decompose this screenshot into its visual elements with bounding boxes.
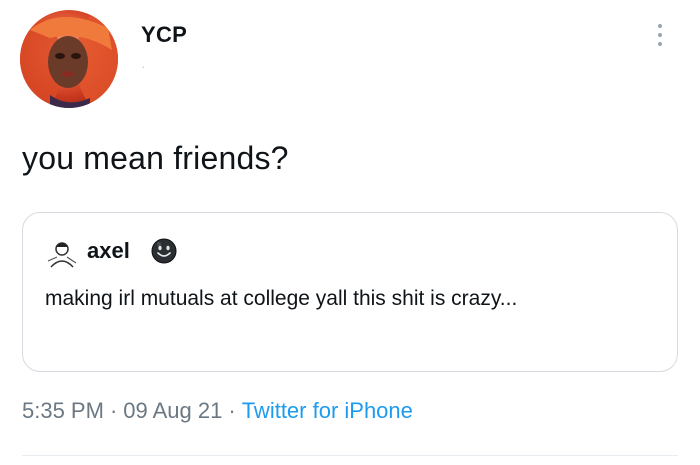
meta-separator: · bbox=[228, 398, 236, 423]
tweet-time[interactable]: 5:35 PM bbox=[22, 398, 104, 423]
display-name[interactable]: YCP bbox=[141, 22, 187, 48]
divider bbox=[22, 455, 678, 456]
handle[interactable]: · bbox=[141, 58, 146, 74]
more-options-icon[interactable] bbox=[654, 24, 666, 54]
sketch-avatar-icon bbox=[47, 242, 77, 268]
quoted-tweet[interactable]: axel making irl mutuals at college yall … bbox=[22, 212, 678, 372]
tweet-text: you mean friends? bbox=[22, 140, 289, 176]
meta-separator: · bbox=[109, 398, 118, 423]
quote-avatar[interactable] bbox=[45, 237, 79, 271]
tweet-source-link[interactable]: Twitter for iPhone bbox=[242, 398, 413, 423]
profile-photo-icon bbox=[20, 12, 118, 108]
quote-text: making irl mutuals at college yall this … bbox=[45, 287, 518, 310]
tweet-card: YCP · you mean friends? axel making irl … bbox=[0, 0, 700, 465]
avatar[interactable] bbox=[20, 10, 118, 108]
smiling-face-emoji-icon bbox=[151, 238, 177, 264]
tweet-metadata: 5:35 PM · 09 Aug 21 · Twitter for iPhone bbox=[22, 398, 413, 424]
quote-display-name[interactable]: axel bbox=[87, 238, 130, 264]
tweet-date[interactable]: 09 Aug 21 bbox=[123, 398, 222, 423]
